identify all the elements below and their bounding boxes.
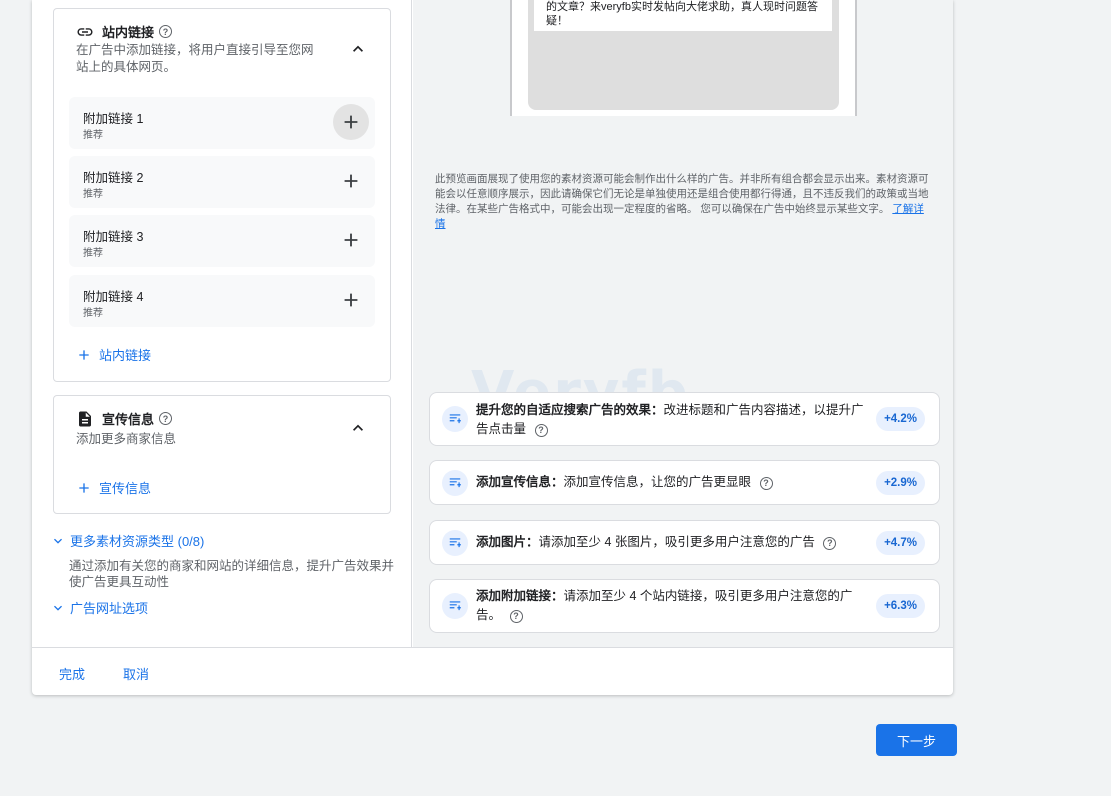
plus-icon xyxy=(79,482,89,493)
assets-panel: 站内链接 ? 在广告中添加链接，将用户直接引导至您网站上的具体网页。 附加链接 … xyxy=(32,0,412,647)
recommendation-card[interactable]: 添加宣传信息：添加宣传信息，让您的广告更显眼 ? +2.9% xyxy=(429,460,940,505)
recommendation-card[interactable]: 添加图片：请添加至少 4 张图片，吸引更多用户注意您的广告 ? +4.7% xyxy=(429,520,940,565)
plus-icon xyxy=(79,349,89,360)
add-sitelink-link[interactable]: 站内链接 xyxy=(76,345,151,364)
sitelinks-description: 在广告中添加链接，将用户直接引导至您网站上的具体网页。 xyxy=(76,43,314,74)
add-callout-link[interactable]: 宣传信息 xyxy=(76,478,151,497)
ad-preview-text: 的文章？来veryfb实时发帖向大佬求助，真人现时问题答疑！ xyxy=(534,0,832,31)
callouts-description: 添加更多商家信息 xyxy=(76,432,177,446)
add-callout-label: 宣传信息 xyxy=(99,481,152,496)
help-icon[interactable]: ? xyxy=(509,610,523,623)
callouts-section: 宣传信息 ? 添加更多商家信息 宣传信息 xyxy=(53,395,391,514)
recommendation-card[interactable]: 添加附加链接：请添加至少 4 个站内链接，吸引更多用户注意您的广告。 ? +6.… xyxy=(429,579,940,633)
recommendation-icon xyxy=(442,593,468,619)
recommendation-title: 提升您的自适应搜索广告的效果： xyxy=(476,403,664,417)
recommendation-text: 添加宣传信息：添加宣传信息，让您的广告更显眼 ? xyxy=(476,473,874,492)
sitelinks-header: 站内链接 ? xyxy=(76,22,173,41)
document-icon xyxy=(79,411,91,426)
recommendation-title: 添加图片： xyxy=(476,535,539,549)
help-icon[interactable]: ? xyxy=(159,25,173,38)
recommendation-body: 添加宣传信息，让您的广告更显眼 xyxy=(563,475,752,489)
sitelink-item-tag: 推荐 xyxy=(83,189,103,200)
callouts-title: 宣传信息 xyxy=(102,412,155,427)
recommendation-icon xyxy=(442,406,468,432)
add-sitelink-button[interactable] xyxy=(333,222,369,258)
sitelink-item-tag: 推荐 xyxy=(83,308,103,319)
sitelink-item-label: 附加链接 3 xyxy=(83,230,144,244)
sitelink-item-1[interactable]: 附加链接 1 推荐 xyxy=(69,97,375,149)
plus-icon xyxy=(344,115,358,129)
ad-editor-card: 站内链接 ? 在广告中添加链接，将用户直接引导至您网站上的具体网页。 附加链接 … xyxy=(32,0,953,695)
add-sitelink-button[interactable] xyxy=(333,104,369,140)
more-assets-label: 更多素材资源类型 (0/8) xyxy=(70,534,205,549)
chevron-down-icon xyxy=(54,605,62,611)
help-icon[interactable]: ? xyxy=(823,537,837,550)
plus-icon xyxy=(344,233,358,247)
sitelink-item-tag: 推荐 xyxy=(83,130,103,141)
preview-disclaimer: 此预览画面展现了使用您的素材资源可能会制作出什么样的广告。并非所有组合都会显示出… xyxy=(435,172,931,232)
add-sitelink-button[interactable] xyxy=(333,282,369,318)
recommendation-text: 添加图片：请添加至少 4 张图片，吸引更多用户注意您的广告 ? xyxy=(476,533,874,552)
more-assets-expander[interactable]: 更多素材资源类型 (0/8) xyxy=(50,531,204,550)
url-options-expander[interactable]: 广告网址选项 xyxy=(50,598,148,617)
more-assets-description: 通过添加有关您的商家和网站的详细信息，提升广告效果并使广告更具互动性 xyxy=(69,559,395,589)
editor-footer: 完成 取消 xyxy=(32,647,953,695)
uplift-badge: +6.3% xyxy=(876,594,925,618)
recommendation-text: 添加附加链接：请添加至少 4 个站内链接，吸引更多用户注意您的广告。 ? xyxy=(476,587,874,625)
recommendation-card[interactable]: 提升您的自适应搜索广告的效果：改进标题和广告内容描述，以提升广告点击量 ? +4… xyxy=(429,392,940,446)
uplift-badge: +4.2% xyxy=(876,407,925,431)
phone-preview: 的文章？来veryfb实时发帖向大佬求助，真人现时问题答疑！ xyxy=(510,0,857,116)
help-icon[interactable]: ? xyxy=(534,424,548,437)
help-icon[interactable]: ? xyxy=(159,412,173,425)
uplift-badge: +2.9% xyxy=(876,471,925,495)
cancel-button[interactable]: 取消 xyxy=(123,664,149,683)
help-icon[interactable]: ? xyxy=(759,477,773,490)
chevron-up-icon[interactable] xyxy=(348,39,368,59)
sitelink-item-2[interactable]: 附加链接 2 推荐 xyxy=(69,156,375,208)
ad-preview-frame: 的文章？来veryfb实时发帖向大佬求助，真人现时问题答疑！ xyxy=(528,0,839,110)
recommendation-title: 添加附加链接： xyxy=(476,589,564,603)
sitelink-item-3[interactable]: 附加链接 3 推荐 xyxy=(69,215,375,267)
chevron-up-icon[interactable] xyxy=(348,418,368,438)
sitelink-item-label: 附加链接 1 xyxy=(83,112,144,126)
done-button[interactable]: 完成 xyxy=(59,664,85,683)
sitelink-item-4[interactable]: 附加链接 4 推荐 xyxy=(69,275,375,327)
sitelinks-section: 站内链接 ? 在广告中添加链接，将用户直接引导至您网站上的具体网页。 附加链接 … xyxy=(53,8,391,382)
chevron-down-icon xyxy=(54,538,62,544)
add-sitelink-label: 站内链接 xyxy=(99,348,152,363)
add-sitelink-button[interactable] xyxy=(333,163,369,199)
plus-icon xyxy=(344,293,358,307)
callouts-header: 宣传信息 ? xyxy=(76,409,173,428)
sitelink-item-label: 附加链接 4 xyxy=(83,290,144,304)
preview-panel: 的文章？来veryfb实时发帖向大佬求助，真人现时问题答疑！ 此预览画面展现了使… xyxy=(413,0,953,647)
disclaimer-text: 此预览画面展现了使用您的素材资源可能会制作出什么样的广告。并非所有组合都会显示出… xyxy=(435,173,929,215)
sitelink-item-label: 附加链接 2 xyxy=(83,171,144,185)
next-button[interactable]: 下一步 xyxy=(876,724,957,756)
url-options-label: 广告网址选项 xyxy=(70,601,149,616)
sitelink-item-tag: 推荐 xyxy=(83,248,103,259)
link-icon xyxy=(77,27,93,36)
recommendation-icon xyxy=(442,530,468,556)
sitelinks-title: 站内链接 xyxy=(102,25,155,40)
uplift-badge: +4.7% xyxy=(876,531,925,555)
plus-icon xyxy=(344,174,358,188)
recommendation-title: 添加宣传信息： xyxy=(476,475,564,489)
recommendation-body: 请添加至少 4 张图片，吸引更多用户注意您的广告 xyxy=(538,535,815,549)
recommendation-text: 提升您的自适应搜索广告的效果：改进标题和广告内容描述，以提升广告点击量 ? xyxy=(476,401,874,439)
recommendation-icon xyxy=(442,470,468,496)
